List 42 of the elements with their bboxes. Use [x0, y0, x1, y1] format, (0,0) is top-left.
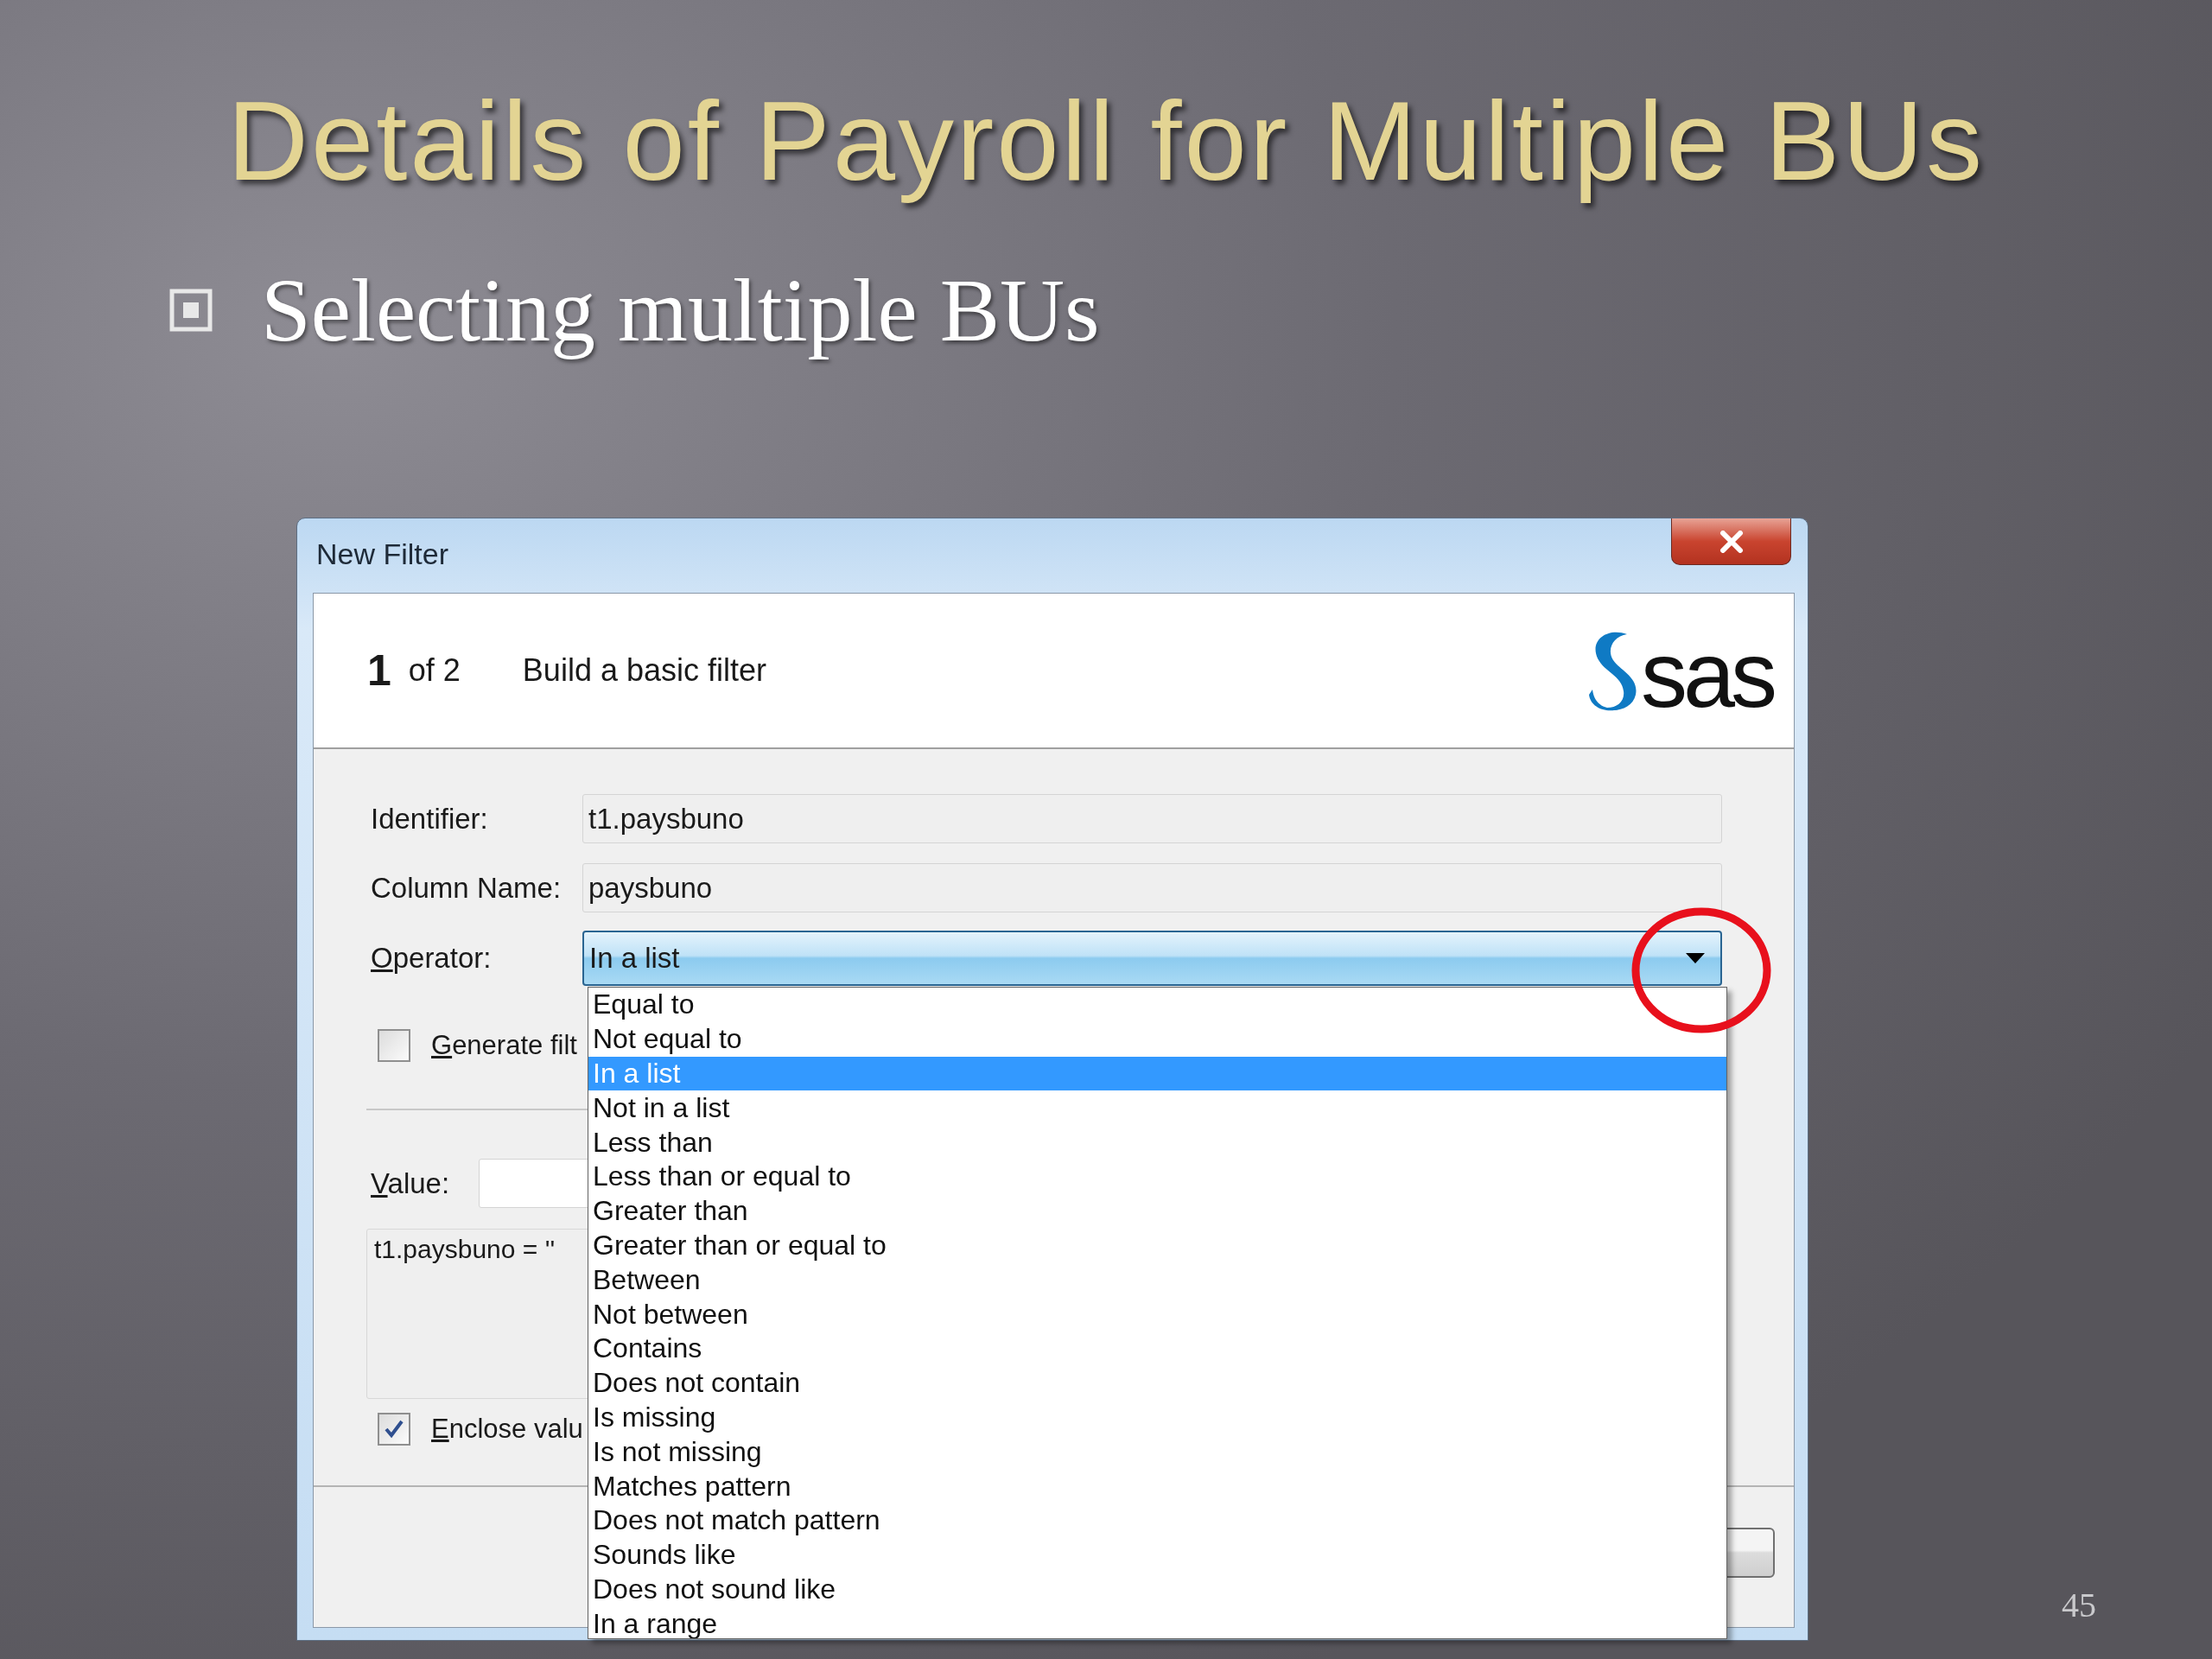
- dropdown-option[interactable]: Not equal to: [588, 1021, 1726, 1057]
- dropdown-option[interactable]: In a range: [588, 1606, 1726, 1638]
- slide-title: Details of Payroll for Multiple BUs: [226, 77, 1986, 206]
- checkbox[interactable]: [378, 1413, 410, 1446]
- dropdown-option[interactable]: Contains: [588, 1331, 1726, 1366]
- checkbox[interactable]: [378, 1029, 410, 1062]
- step-total: of 2: [408, 652, 461, 689]
- dropdown-option[interactable]: Is not missing: [588, 1434, 1726, 1470]
- close-icon: [1718, 530, 1745, 553]
- field-label: Operator:: [371, 942, 493, 975]
- dropdown-option[interactable]: Greater than: [588, 1193, 1726, 1229]
- field-label: Value:: [371, 1166, 451, 1200]
- caret-icon: [1686, 953, 1705, 963]
- dropdown-option[interactable]: Less than: [588, 1125, 1726, 1160]
- window-title: New Filter: [316, 537, 449, 571]
- dropdown-option[interactable]: Sounds like: [588, 1537, 1726, 1573]
- dropdown-option[interactable]: Not between: [588, 1297, 1726, 1332]
- logo-text: sas: [1640, 636, 1773, 714]
- checkbox-label: Enclose valu: [431, 1414, 583, 1445]
- text-field[interactable]: paysbuno: [582, 863, 1722, 912]
- close-button[interactable]: [1671, 518, 1791, 565]
- bullet-icon: [169, 289, 213, 332]
- dropdown-option[interactable]: Between: [588, 1262, 1726, 1298]
- dropdown-option[interactable]: Equal to: [588, 988, 1726, 1022]
- checkbox-label: Generate filt: [431, 1030, 577, 1061]
- dropdown-option[interactable]: Does not sound like: [588, 1572, 1726, 1607]
- dropdown-option[interactable]: Does not match pattern: [588, 1503, 1726, 1538]
- dropdown-option[interactable]: Greater than or equal to: [588, 1228, 1726, 1263]
- field-label: Column Name:: [371, 871, 563, 905]
- bullet-text: Selecting multiple BUs: [261, 260, 1100, 360]
- dropdown-option[interactable]: Not in a list: [588, 1090, 1726, 1126]
- step-number: 1: [367, 645, 391, 696]
- dropdown-option[interactable]: Does not contain: [588, 1365, 1726, 1401]
- dropdown-option[interactable]: Less than or equal to: [588, 1160, 1726, 1194]
- check-icon: [383, 1418, 405, 1440]
- operator-dropdown[interactable]: In a list: [582, 931, 1722, 986]
- dropdown-option[interactable]: Is missing: [588, 1400, 1726, 1435]
- page-number: 45: [2062, 1585, 2096, 1625]
- field-label: Identifier:: [371, 802, 489, 836]
- dropdown-option[interactable]: Matches pattern: [588, 1469, 1726, 1503]
- text-field[interactable]: t1.paysbuno: [582, 794, 1722, 843]
- step-heading: Build a basic filter: [522, 652, 766, 689]
